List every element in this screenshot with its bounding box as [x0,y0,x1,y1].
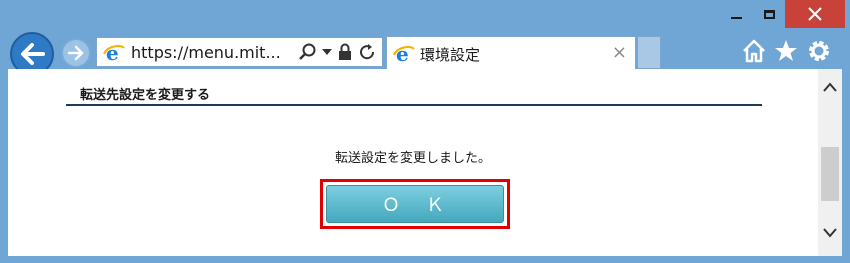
lock-icon[interactable] [338,43,352,61]
scroll-down-icon[interactable] [822,227,838,239]
browser-window: e https://menu.mit... e 環境設定 × 転送先設定を変更す… [0,0,850,263]
tab-title: 環境設定 [420,46,481,64]
ie-logo-icon: e [393,43,415,65]
minimize-button[interactable] [719,0,753,28]
home-icon[interactable] [741,38,767,64]
maximize-button[interactable] [753,0,785,28]
refresh-icon[interactable] [358,43,376,61]
confirmation-message: 転送設定を変更しました。 [334,151,491,166]
forward-arrow-icon [67,45,84,61]
url-text[interactable]: https://menu.mit... [131,43,281,62]
window-frame-bottom [0,256,850,263]
section-title: 転送先設定を変更する [80,88,211,103]
section-header: 転送先設定を変更する [66,85,762,106]
tab-settings[interactable]: e 環境設定 × [386,36,636,69]
new-tab-button[interactable] [637,36,661,69]
scrollbar-thumb[interactable] [821,147,839,201]
ie-logo-icon: e [103,42,125,64]
highlight-frame: Ｏ Ｋ [320,179,510,229]
maximize-icon [763,9,775,19]
minimize-icon [730,17,742,19]
favorites-star-icon[interactable] [773,38,799,64]
ok-button[interactable]: Ｏ Ｋ [326,185,504,223]
vertical-scrollbar[interactable] [818,69,842,256]
close-icon [808,7,822,21]
address-bar[interactable]: e https://menu.mit... [96,37,383,67]
search-icon[interactable] [298,43,316,61]
forward-button[interactable] [61,38,91,68]
close-button[interactable] [785,0,845,28]
back-arrow-icon [21,43,45,65]
gear-icon[interactable] [806,38,832,64]
scroll-up-icon[interactable] [822,81,838,93]
tab-close-icon[interactable]: × [612,42,627,63]
page-viewport: 転送先設定を変更する 転送設定を変更しました。 Ｏ Ｋ [8,69,818,256]
dropdown-icon[interactable] [322,48,332,56]
